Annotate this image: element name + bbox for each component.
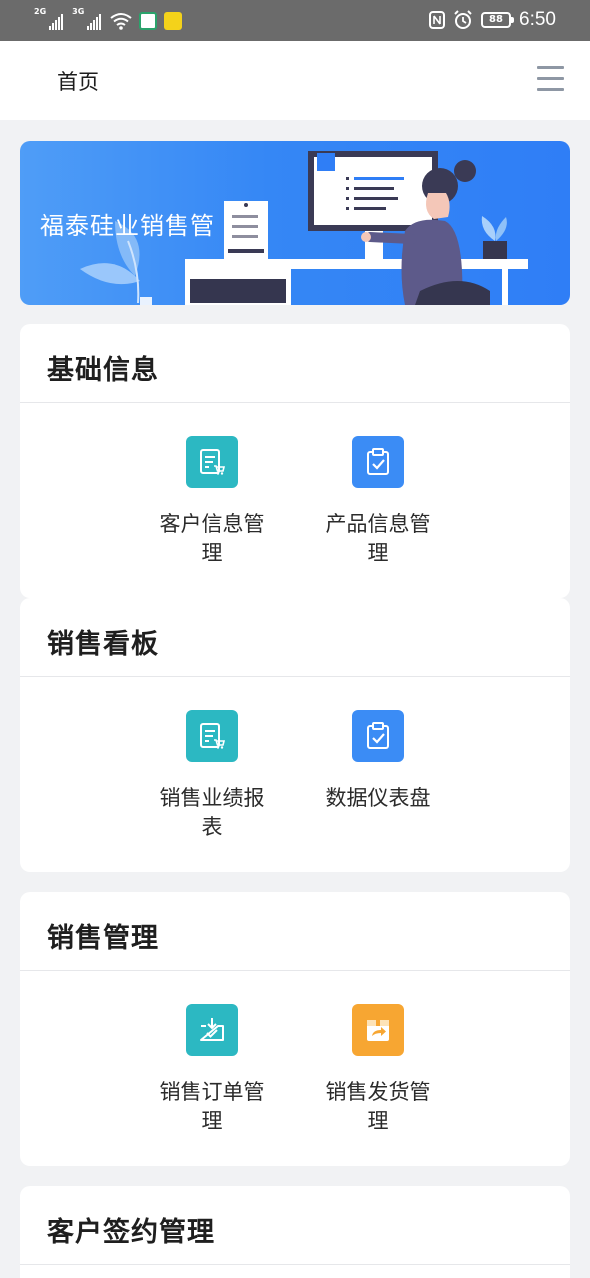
divider <box>20 676 570 677</box>
page-title: 首页 <box>57 70 99 94</box>
menu-button[interactable] <box>537 66 564 92</box>
clipboard-check-icon <box>352 710 404 762</box>
divider <box>20 1264 570 1265</box>
section-sales-board: 销售看板 销售业绩报表 数据仪表盘 <box>20 598 570 872</box>
inbox-download-icon <box>186 1004 238 1056</box>
app-notification-icon <box>164 12 183 30</box>
menu-item-label: 客户信息管理 <box>159 512 265 565</box>
menu-item-customer-info[interactable]: 客户信息管理 <box>147 436 277 568</box>
menu-item-label: 销售订单管理 <box>159 1080 265 1133</box>
status-right: 88 6:50 <box>429 8 556 32</box>
app-header: 首页 <box>0 41 590 120</box>
menu-item-label: 数据仪表盘 <box>325 786 431 810</box>
section-title: 客户签约管理 <box>47 1217 215 1248</box>
hamburger-icon <box>537 77 564 80</box>
menu-item-label: 销售业绩报表 <box>159 786 265 839</box>
wifi-icon <box>110 13 132 30</box>
hamburger-icon <box>537 66 564 69</box>
menu-item-label: 产品信息管理 <box>325 512 431 565</box>
status-bar: 2G 3G 88 6:50 <box>0 0 590 41</box>
menu-item-sales-report[interactable]: 销售业绩报表 <box>147 710 277 842</box>
home-banner[interactable]: 福泰硅业销售管 <box>20 141 570 305</box>
status-left: 2G 3G <box>34 7 183 30</box>
battery-icon: 88 <box>481 12 515 28</box>
clipboard-check-icon <box>352 436 404 488</box>
app-notification-icon <box>139 12 158 30</box>
signal-icon <box>49 14 64 30</box>
section-title: 销售看板 <box>47 629 159 660</box>
divider <box>20 970 570 971</box>
menu-item-sales-shipment[interactable]: 销售发货管理 <box>313 1004 443 1136</box>
section-customer-contract: 客户签约管理 <box>20 1186 570 1278</box>
menu-item-product-info[interactable]: 产品信息管理 <box>313 436 443 568</box>
banner-title: 福泰硅业销售管 <box>40 212 215 240</box>
network-type-2: 3G <box>72 7 85 16</box>
nfc-icon <box>429 11 446 29</box>
list-cart-icon <box>186 710 238 762</box>
hamburger-icon <box>537 88 564 91</box>
section-basic-info: 基础信息 客户信息管理 产品信息管理 <box>20 324 570 598</box>
menu-item-dashboard[interactable]: 数据仪表盘 <box>313 710 443 813</box>
signal-icon <box>87 14 102 30</box>
network-type-1: 2G <box>34 7 47 16</box>
alarm-icon <box>454 10 472 29</box>
menu-item-label: 销售发货管理 <box>325 1080 431 1133</box>
clock: 6:50 <box>519 9 556 30</box>
section-title: 销售管理 <box>47 923 159 954</box>
list-cart-icon <box>186 436 238 488</box>
section-sales-management: 销售管理 销售订单管理 销售发货管理 <box>20 892 570 1166</box>
section-title: 基础信息 <box>47 355 159 386</box>
menu-item-sales-order[interactable]: 销售订单管理 <box>147 1004 277 1136</box>
divider <box>20 402 570 403</box>
box-share-icon <box>352 1004 404 1056</box>
